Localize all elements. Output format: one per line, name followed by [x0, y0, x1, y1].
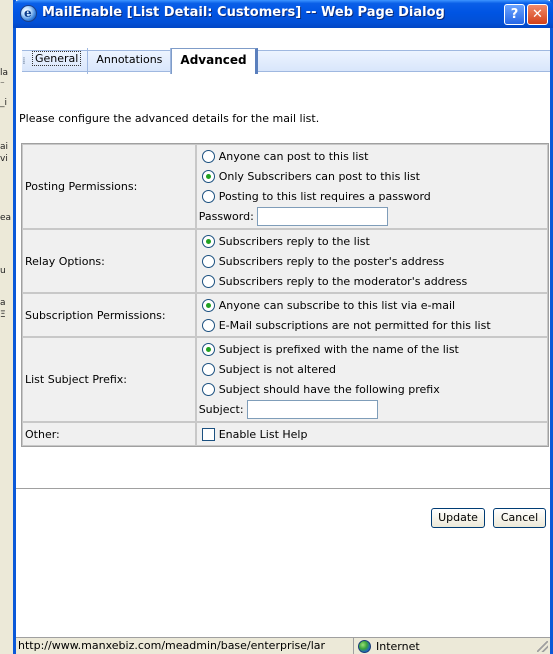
background-window: la ⁻ _i ai vi ea u a Ξ: [0, 0, 14, 654]
background-text: a: [0, 298, 6, 308]
posting-option-password[interactable]: Posting to this list requires a password: [199, 186, 545, 206]
subject-prefix-label: List Subject Prefix:: [22, 337, 196, 422]
status-bar: http://www.manxebiz.com/meadmin/base/ent…: [16, 637, 550, 654]
divider: [16, 488, 550, 489]
background-text: vi: [0, 154, 8, 164]
subject-label: Subject:: [198, 403, 244, 416]
radio-label: E-Mail subscriptions are not permitted f…: [218, 318, 491, 332]
background-text: u: [0, 266, 6, 276]
radio-label: Subscribers reply to the poster's addres…: [218, 254, 445, 268]
tab-general[interactable]: General: [28, 48, 89, 74]
radio-label: Subject should have the following prefix: [218, 382, 440, 396]
subject-prefix-row: List Subject Prefix: Subject is prefixed…: [22, 337, 548, 422]
relay-options-controls: Subscribers reply to the list Subscriber…: [195, 229, 548, 293]
subscription-permissions-row: Subscription Permissions: Anyone can sub…: [22, 293, 548, 337]
subject-input[interactable]: [246, 400, 378, 419]
grip-icon: ⁞: [22, 55, 26, 67]
posting-permissions-controls: Anyone can post to this list Only Subscr…: [195, 144, 548, 229]
posting-permissions-row: Posting Permissions: Anyone can post to …: [22, 144, 548, 229]
radio-label: Subject is not altered: [218, 362, 337, 376]
posting-option-subscribers[interactable]: Only Subscribers can post to this list: [199, 166, 545, 186]
radio-button[interactable]: [201, 254, 215, 268]
relay-options-label: Relay Options:: [22, 229, 196, 293]
radio-button[interactable]: [201, 318, 215, 332]
radio-button-selected[interactable]: [201, 342, 215, 356]
password-label: Password:: [198, 210, 254, 223]
background-text: Ξ: [0, 310, 6, 320]
subject-row: Subject:: [199, 399, 545, 420]
radio-button-selected[interactable]: [201, 169, 215, 183]
intro-text: Please configure the advanced details fo…: [19, 112, 320, 125]
background-text: _i: [0, 98, 8, 108]
tabs: ⁞ General Annotations Advanced: [20, 48, 258, 74]
posting-option-anyone[interactable]: Anyone can post to this list: [199, 146, 545, 166]
background-text: ⁻: [0, 80, 5, 90]
relay-option-poster[interactable]: Subscribers reply to the poster's addres…: [199, 251, 545, 271]
radio-button-selected[interactable]: [201, 298, 215, 312]
relay-option-moderator[interactable]: Subscribers reply to the moderator's add…: [199, 271, 545, 291]
radio-button[interactable]: [201, 362, 215, 376]
status-url: http://www.manxebiz.com/meadmin/base/ent…: [16, 638, 354, 654]
tab-general-label: General: [32, 51, 82, 66]
resize-grip-icon[interactable]: [537, 641, 548, 652]
background-text: ai: [0, 142, 9, 152]
checkbox-label: Enable List Help: [218, 427, 308, 441]
radio-label: Posting to this list requires a password: [218, 189, 431, 203]
globe-icon: [358, 639, 371, 653]
radio-button-selected[interactable]: [201, 234, 215, 248]
other-controls: Enable List Help: [195, 422, 548, 446]
subject-prefix-controls: Subject is prefixed with the name of the…: [195, 337, 548, 422]
other-label: Other:: [22, 422, 196, 446]
subscription-option-disabled[interactable]: E-Mail subscriptions are not permitted f…: [199, 315, 545, 335]
relay-option-list[interactable]: Subscribers reply to the list: [199, 231, 545, 251]
radio-label: Subscribers reply to the moderator's add…: [218, 274, 468, 288]
help-button[interactable]: ?: [504, 4, 525, 25]
radio-label: Anyone can post to this list: [218, 149, 369, 163]
cancel-button[interactable]: Cancel: [493, 508, 546, 528]
background-text: ea: [0, 213, 12, 223]
radio-button[interactable]: [201, 274, 215, 288]
subject-option-list-name[interactable]: Subject is prefixed with the name of the…: [199, 339, 545, 359]
web-page-dialog: e MailEnable [List Detail: Customers] --…: [13, 0, 553, 654]
relay-options-row: Relay Options: Subscribers reply to the …: [22, 229, 548, 293]
security-zone: Internet: [358, 638, 420, 654]
options-table: Posting Permissions: Anyone can post to …: [21, 143, 549, 447]
radio-button[interactable]: [201, 149, 215, 163]
background-text: la: [0, 68, 9, 78]
subject-option-not-altered[interactable]: Subject is not altered: [199, 359, 545, 379]
posting-permissions-label: Posting Permissions:: [22, 144, 196, 229]
tab-advanced[interactable]: Advanced: [171, 48, 258, 74]
window-title: MailEnable [List Detail: Customers] -- W…: [42, 5, 445, 20]
tab-annotations[interactable]: Annotations: [88, 48, 172, 74]
subscription-option-email[interactable]: Anyone can subscribe to this list via e-…: [199, 295, 545, 315]
ie-page-icon: e: [20, 5, 37, 22]
tab-strip: ⁞ General Annotations Advanced: [16, 28, 550, 76]
radio-label: Subject is prefixed with the name of the…: [218, 342, 459, 356]
close-button[interactable]: ✕: [527, 4, 548, 25]
enable-list-help-checkbox[interactable]: [201, 427, 215, 441]
radio-button[interactable]: [201, 189, 215, 203]
radio-label: Only Subscribers can post to this list: [218, 169, 420, 183]
enable-list-help-option[interactable]: Enable List Help: [199, 424, 545, 444]
subscription-permissions-label: Subscription Permissions:: [22, 293, 196, 337]
radio-label: Anyone can subscribe to this list via e-…: [218, 298, 456, 312]
subscription-permissions-controls: Anyone can subscribe to this list via e-…: [195, 293, 548, 337]
update-button[interactable]: Update: [431, 508, 485, 528]
password-input[interactable]: [256, 207, 388, 226]
radio-label: Subscribers reply to the list: [218, 234, 370, 248]
other-row: Other: Enable List Help: [22, 422, 548, 446]
subject-option-custom[interactable]: Subject should have the following prefix: [199, 379, 545, 399]
password-row: Password:: [199, 206, 545, 227]
radio-button[interactable]: [201, 382, 215, 396]
title-bar[interactable]: e MailEnable [List Detail: Customers] --…: [13, 0, 553, 28]
zone-label: Internet: [376, 639, 420, 653]
